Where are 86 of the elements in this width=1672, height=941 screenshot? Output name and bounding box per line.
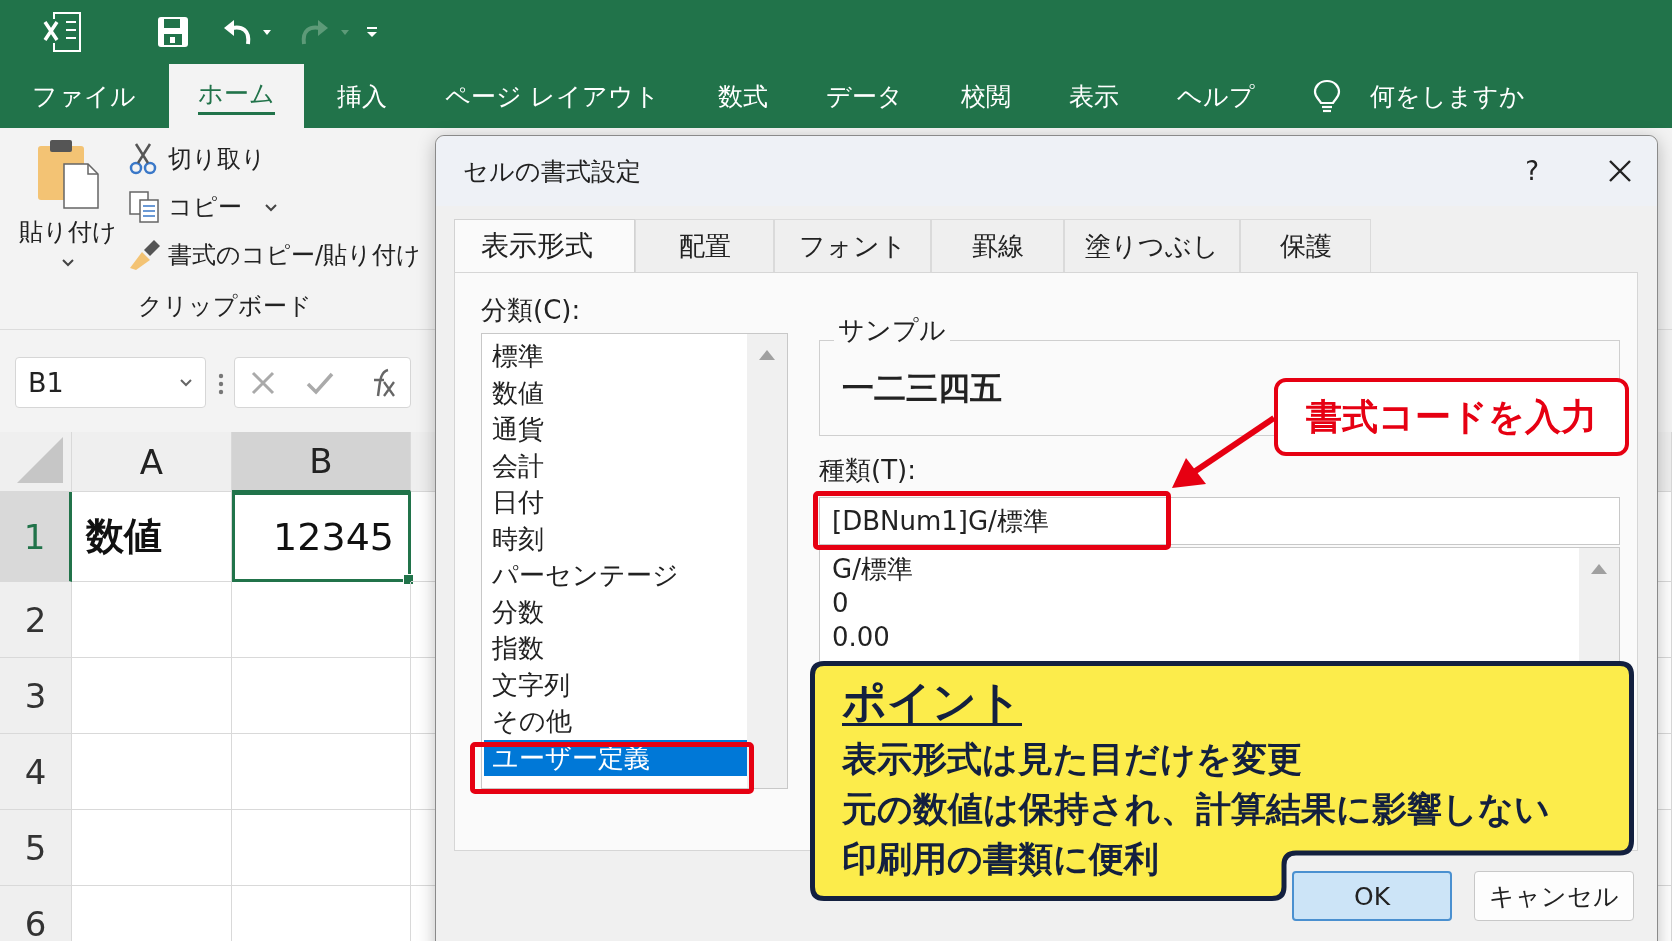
chevron-down-icon [61,258,75,267]
paintbrush-icon [128,238,160,272]
help-button[interactable]: ? [1525,156,1539,186]
ribbon-tab[interactable]: 表示 [1039,64,1148,128]
cell-reference: B1 [28,367,64,398]
ribbon-tab[interactable]: ファイル [3,64,165,128]
type-label: 種類(T): [819,454,916,487]
column-header[interactable]: B [232,432,411,492]
table-cell[interactable]: 数値 [72,492,232,582]
row-header[interactable]: 1 [0,492,72,582]
select-all-icon[interactable] [15,435,65,485]
category-item[interactable]: 指数 [484,630,747,667]
dialog-button[interactable]: OK [1292,871,1452,921]
dropdown-caret-icon [340,28,350,36]
ribbon-tab[interactable]: 校閲 [931,64,1040,128]
row-header[interactable]: 6 [0,886,72,941]
note-title: ポイント [842,675,1022,729]
column-header[interactable]: A [72,432,232,492]
table-cell[interactable] [72,810,232,886]
tell-me-search[interactable]: 何をしますか [1369,79,1525,113]
name-box[interactable]: B1 [15,357,206,408]
format-item[interactable]: 0.00 [832,620,1579,654]
cancel-icon[interactable] [249,369,276,396]
chevron-down-icon[interactable] [264,202,278,212]
lightbulb-icon [1311,78,1342,114]
copy-icon [128,190,160,224]
format-painter-button[interactable]: 書式のコピー/貼り付け [168,239,422,271]
paste-button[interactable]: 貼り付け [19,216,117,267]
ribbon-tab[interactable]: データ [796,64,932,128]
clipboard-icon[interactable] [36,138,100,210]
dialog-tab[interactable]: 表示形式 [454,219,635,272]
category-item[interactable]: 通貨 [484,411,747,448]
dialog-tab[interactable]: 塗りつぶし [1064,219,1240,272]
dialog-title: セルの書式設定 [463,155,642,188]
dialog-tab[interactable]: フォント [774,219,931,272]
category-item[interactable]: パーセンテージ [484,557,747,594]
scroll-up-arrow-icon[interactable] [757,348,777,362]
row-header[interactable]: 5 [0,810,72,886]
group-label: クリップボード [138,292,312,320]
ribbon-tab[interactable]: ホーム [169,64,304,128]
ribbon-tab[interactable]: 数式 [688,64,797,128]
scroll-up-arrow-icon[interactable] [1589,562,1609,576]
category-item[interactable]: 分数 [484,593,747,630]
category-item[interactable]: 時刻 [484,520,747,557]
ribbon-tab[interactable]: ヘルプ [1147,64,1284,128]
dialog-tab[interactable]: 罫線 [931,219,1064,272]
dropdown-caret-icon[interactable] [262,28,272,36]
category-item[interactable]: 標準 [484,338,747,375]
row-header[interactable]: 2 [0,582,72,658]
category-item[interactable]: 日付 [484,484,747,521]
category-label: 分類(C): [481,294,582,327]
category-item[interactable]: 会計 [484,447,747,484]
ribbon-tab[interactable]: ページ レイアウト [416,64,689,128]
sample-value: 一二三四五 [842,368,1002,409]
cut-button[interactable]: 切り取り [168,143,266,175]
table-cell[interactable] [72,582,232,658]
table-cell[interactable] [72,658,232,734]
ribbon-tab[interactable]: 挿入 [308,64,416,128]
table-cell[interactable]: 12345 [232,492,411,582]
copy-button[interactable]: コピー [168,191,242,223]
table-cell[interactable] [232,734,411,810]
dialog-tab[interactable]: 保護 [1240,219,1371,272]
more-options-icon[interactable] [218,373,224,395]
chevron-down-icon[interactable] [179,378,193,387]
row-header[interactable]: 3 [0,658,72,734]
category-item[interactable]: 数値 [484,374,747,411]
table-cell[interactable] [232,658,411,734]
dialog-tab[interactable]: 配置 [635,219,774,272]
table-cell[interactable] [72,734,232,810]
row-header[interactable]: 4 [0,734,72,810]
note-text: 印刷用の書類に便利 [842,838,1159,881]
save-icon[interactable] [156,15,190,49]
callout-label: 書式コードを入力 [1274,378,1629,456]
format-item[interactable]: G/標準 [832,552,1579,586]
category-item[interactable]: 文字列 [484,666,747,703]
category-item[interactable]: その他 [484,703,747,740]
customize-menu-icon[interactable] [366,26,378,38]
format-item[interactable]: 0 [832,586,1579,620]
note-text: 表示形式は見た目だけを変更 [842,738,1302,781]
excel-logo-icon [40,9,84,55]
close-icon[interactable] [1607,158,1633,184]
note-text: 元の数値は保持され、計算結果に影響しない [842,788,1550,831]
table-cell[interactable] [232,810,411,886]
type-input[interactable]: [DBNum1]G/標準 [819,497,1620,545]
table-cell[interactable] [232,582,411,658]
dialog-button[interactable]: キャンセル [1474,871,1634,921]
